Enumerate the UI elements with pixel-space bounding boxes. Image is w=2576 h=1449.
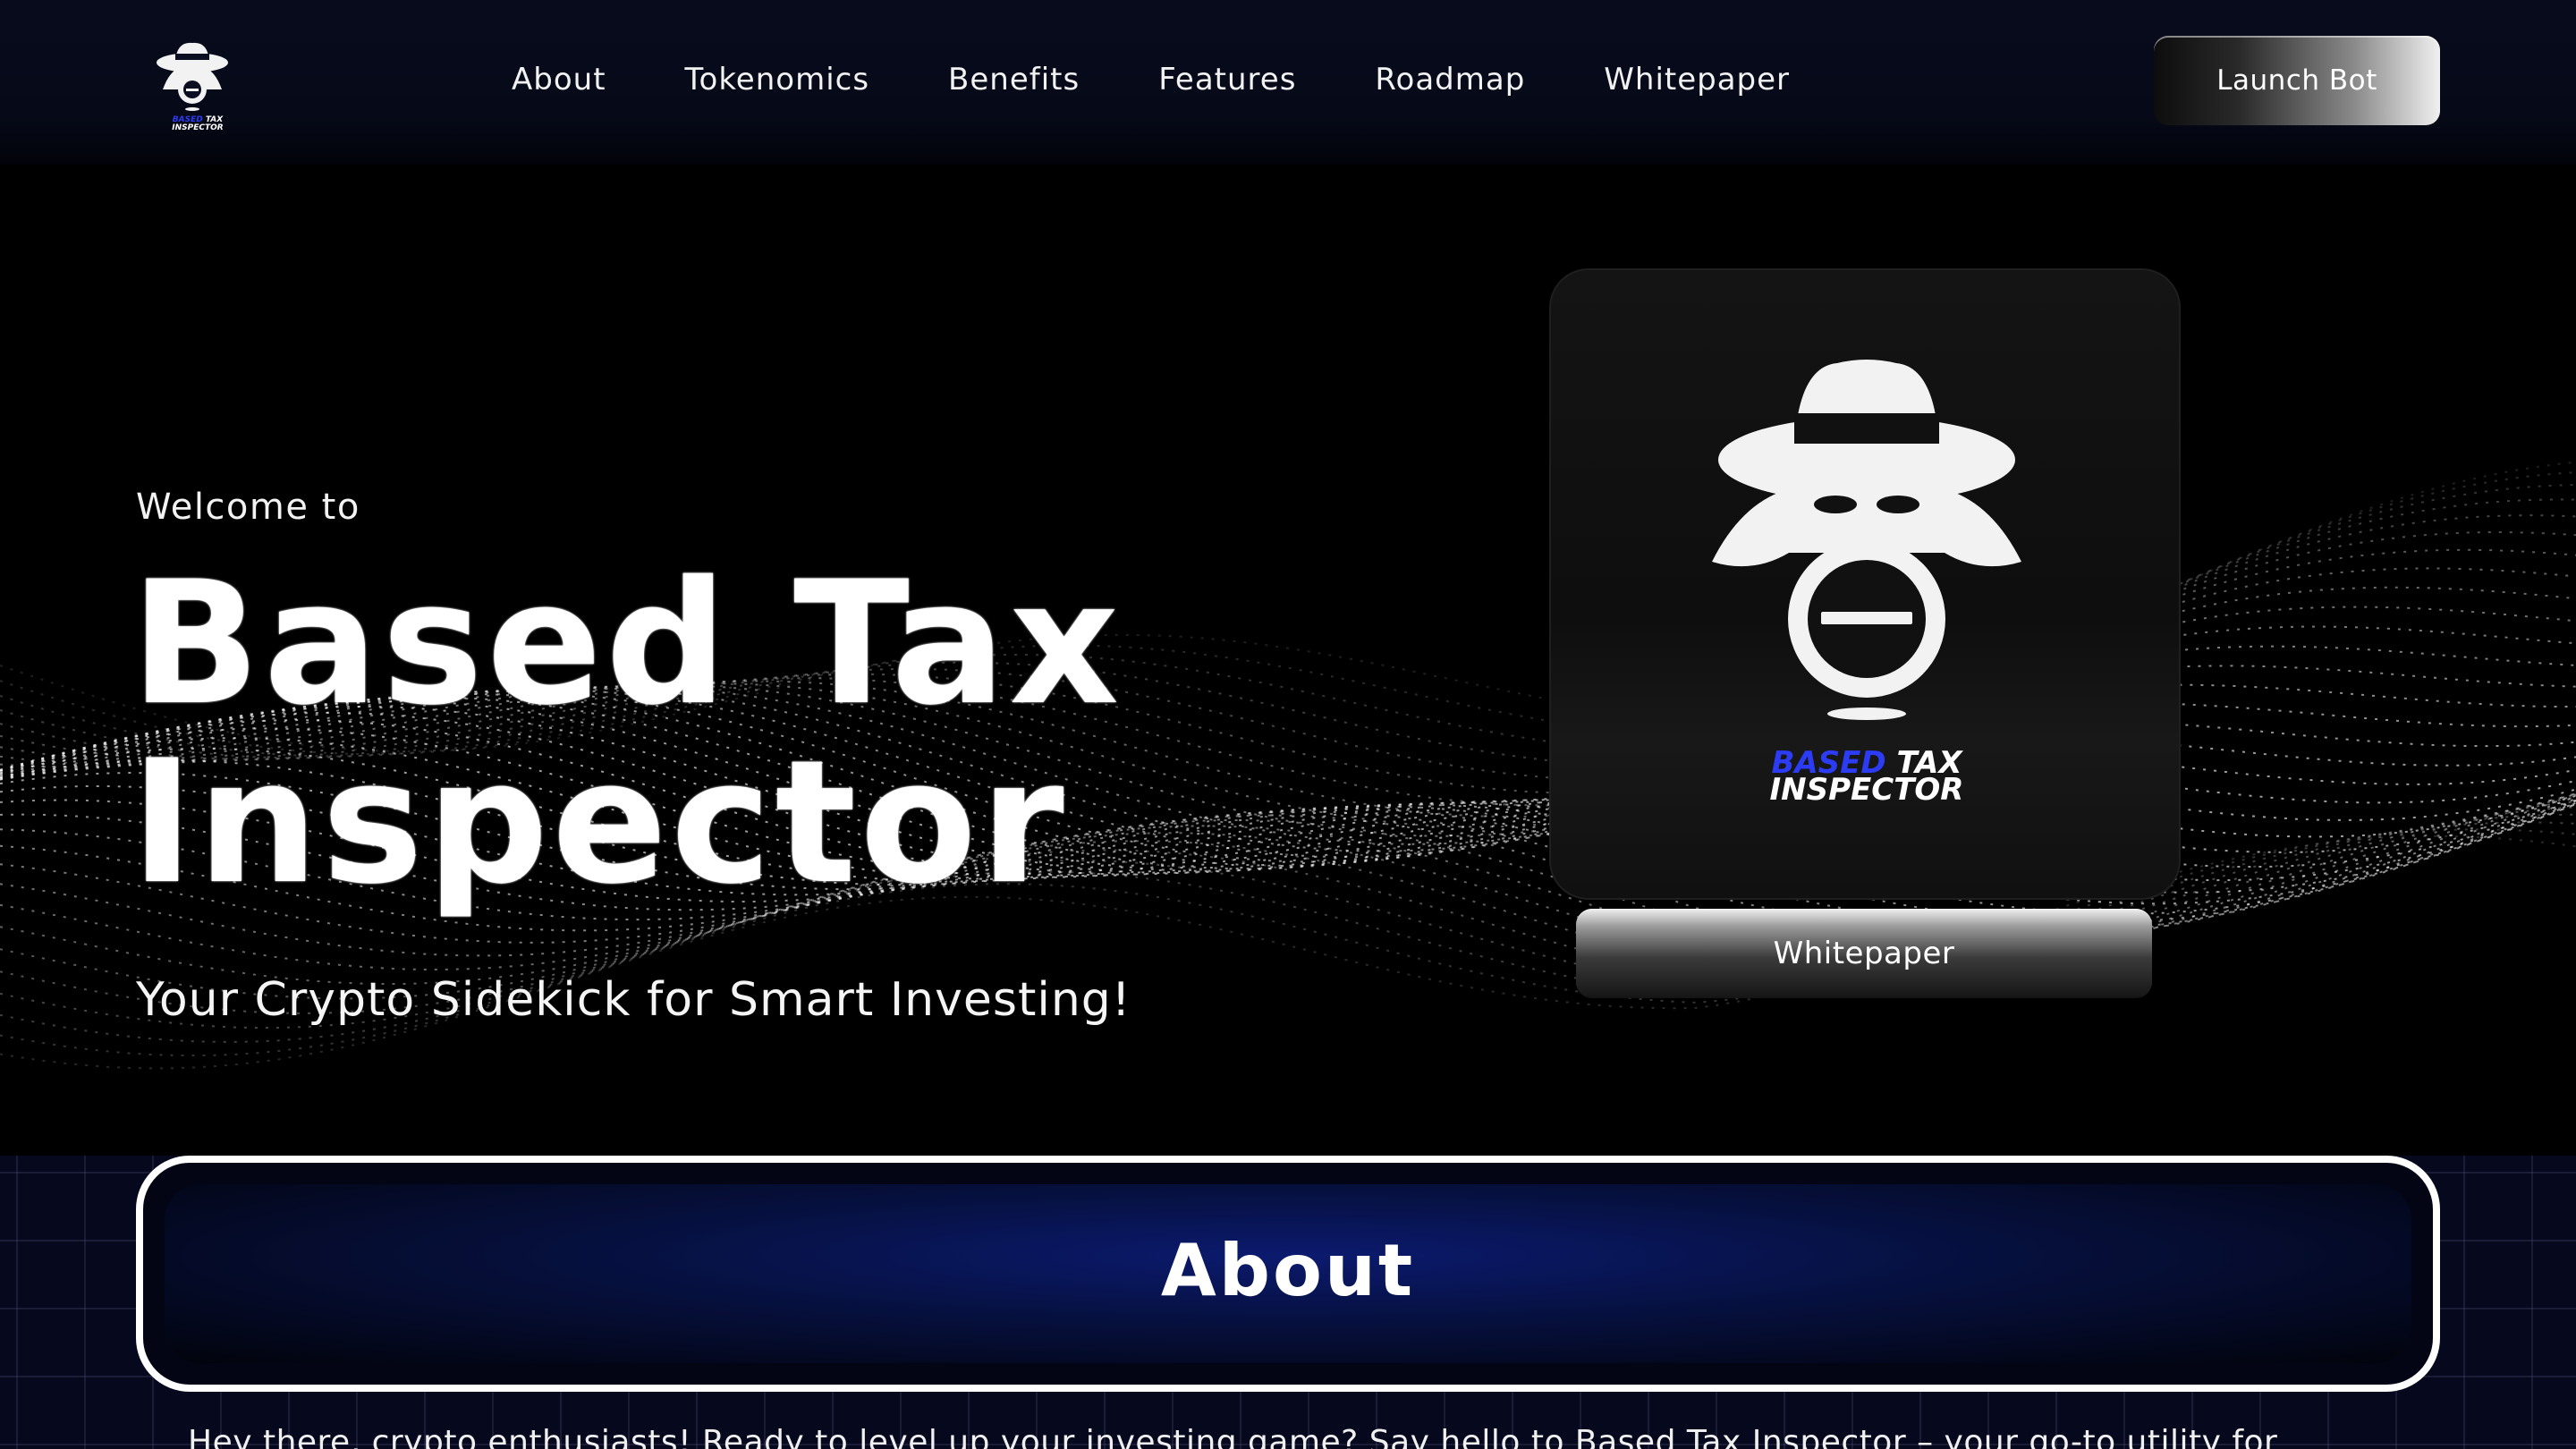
about-section: About Hey there, crypto enthusiasts! Rea… xyxy=(0,1156,2576,1449)
logo-text-inspector: INSPECTOR xyxy=(172,123,224,132)
top-navigation: BASED TAX INSPECTOR About Tokenomics Ben… xyxy=(0,0,2576,165)
logo[interactable]: BASED TAX INSPECTOR xyxy=(154,36,231,136)
hero-section: Welcome to Based Tax Inspector Your Cryp… xyxy=(0,165,2576,1156)
nav-links: About Tokenomics Benefits Features Roadm… xyxy=(512,54,1790,106)
hero-title: Based Tax Inspector xyxy=(131,555,1123,912)
about-banner: About xyxy=(136,1156,2440,1392)
nav-link-tokenomics[interactable]: Tokenomics xyxy=(685,54,870,106)
nav-link-whitepaper[interactable]: Whitepaper xyxy=(1604,54,1790,106)
nav-link-roadmap[interactable]: Roadmap xyxy=(1375,54,1525,106)
hero-title-line1: Based Tax xyxy=(131,545,1123,742)
card-brand-inspector: INSPECTOR xyxy=(1769,772,1964,808)
whitepaper-button[interactable]: Whitepaper xyxy=(1576,909,2152,998)
logo-card: BASED TAX INSPECTOR xyxy=(1549,268,2181,900)
welcome-text: Welcome to xyxy=(136,487,360,528)
about-title: About xyxy=(1160,1229,1416,1312)
nav-link-features[interactable]: Features xyxy=(1158,54,1296,106)
hero-tagline: Your Crypto Sidekick for Smart Investing… xyxy=(136,973,1131,1027)
launch-bot-button[interactable]: Launch Bot xyxy=(2154,36,2440,125)
nav-link-benefits[interactable]: Benefits xyxy=(948,54,1080,106)
nav-link-about[interactable]: About xyxy=(512,54,606,106)
about-text: Hey there, crypto enthusiasts! Ready to … xyxy=(188,1424,2278,1449)
hero-title-line2: Inspector xyxy=(131,724,1068,921)
